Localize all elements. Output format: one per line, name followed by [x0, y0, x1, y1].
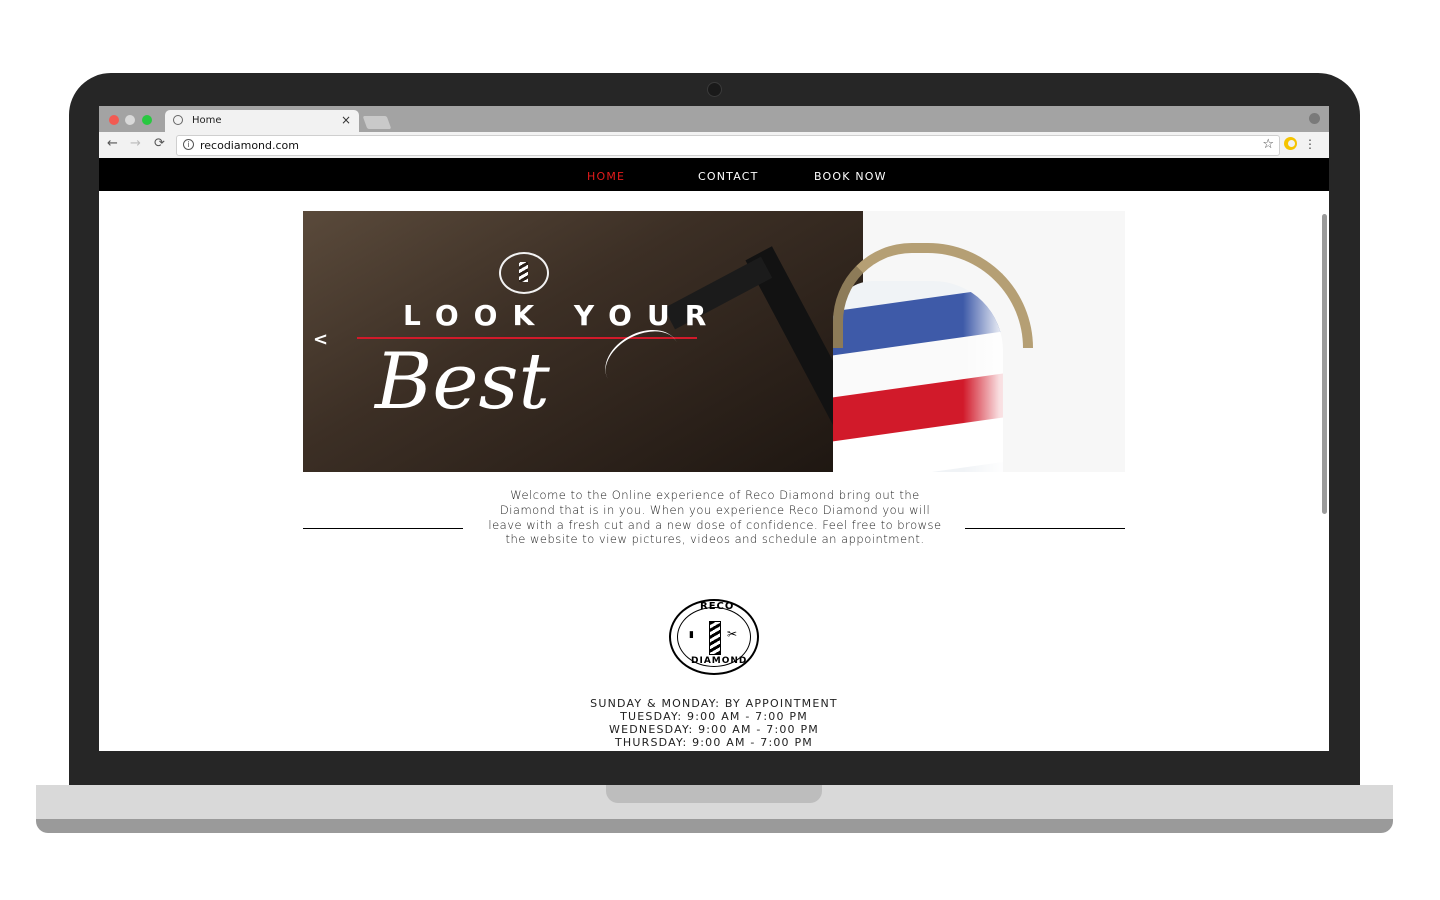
menu-dots-icon[interactable]: ⋮: [1304, 136, 1316, 152]
laptop-base-bottom: [36, 819, 1393, 833]
scrollbar[interactable]: [1322, 214, 1327, 514]
tab-title: Home: [192, 115, 222, 126]
divider-right: [965, 528, 1125, 529]
extension-icon[interactable]: [1284, 137, 1297, 150]
barber-pole-image: [773, 231, 1033, 472]
barber-pole-icon: [709, 621, 721, 655]
logo-bottom-text: DIAMOND: [691, 656, 748, 666]
hero-logo: [499, 252, 549, 294]
close-window-button[interactable]: [109, 115, 119, 125]
nav-contact-link[interactable]: CONTACT: [698, 170, 759, 183]
back-arrow-icon[interactable]: ←: [107, 136, 118, 152]
browser-toolbar: ← → ⟳ i recodiamond.com ☆ ⋮: [99, 132, 1329, 159]
nav-home-link[interactable]: HOME: [587, 170, 625, 183]
reco-diamond-logo: RECO ▮ ✂ DIAMOND: [669, 599, 759, 675]
camera: [707, 82, 722, 97]
profile-icon[interactable]: [1309, 113, 1320, 124]
hero-slider: < LOOK YOUR Best: [303, 211, 1125, 472]
maximize-window-button[interactable]: [142, 115, 152, 125]
hero-headline: LOOK YOUR: [403, 299, 722, 332]
address-bar[interactable]: i recodiamond.com ☆: [176, 135, 1280, 156]
hero-script-text: Best: [375, 337, 550, 427]
hours-line: TUESDAY: 9:00 AM - 7:00 PM: [620, 710, 808, 723]
divider-left: [303, 528, 463, 529]
star-icon[interactable]: ☆: [1262, 137, 1274, 152]
forward-arrow-icon[interactable]: →: [130, 136, 141, 152]
site-nav: HOME CONTACT BOOK NOW: [99, 158, 1329, 191]
tab-home[interactable]: Home ×: [165, 110, 359, 132]
trimmer-icon: ▮: [689, 630, 694, 640]
minimize-window-button[interactable]: [125, 115, 135, 125]
welcome-section: Welcome to the Online experience of Reco…: [303, 488, 1125, 568]
slider-prev-arrow-icon[interactable]: <: [313, 329, 328, 350]
laptop-notch: [606, 785, 822, 803]
hours-line: SUNDAY & MONDAY: BY APPOINTMENT: [590, 697, 838, 710]
globe-icon: [173, 115, 183, 125]
info-icon[interactable]: i: [183, 139, 194, 150]
hours-line: WEDNESDAY: 9:00 AM - 7:00 PM: [609, 723, 819, 736]
reload-icon[interactable]: ⟳: [154, 136, 165, 152]
scissors-icon: ✂: [727, 627, 738, 641]
url-text[interactable]: recodiamond.com: [200, 139, 299, 152]
logo-top-text: RECO: [700, 601, 735, 612]
hours-line: THURSDAY: 9:00 AM - 7:00 PM: [615, 736, 813, 749]
barber-pole-cap: [833, 243, 1033, 348]
nav-book-now-link[interactable]: BOOK NOW: [814, 170, 887, 183]
business-hours: SUNDAY & MONDAY: BY APPOINTMENT TUESDAY:…: [99, 697, 1329, 749]
welcome-text: Welcome to the Online experience of Reco…: [488, 488, 942, 547]
new-tab-button[interactable]: [362, 116, 392, 129]
tab-strip: Home ×: [99, 106, 1329, 132]
browser-window: Home × ← → ⟳ i recodiamond.com ☆ ⋮ HOME …: [99, 106, 1329, 751]
tab-close-button[interactable]: ×: [341, 113, 351, 127]
